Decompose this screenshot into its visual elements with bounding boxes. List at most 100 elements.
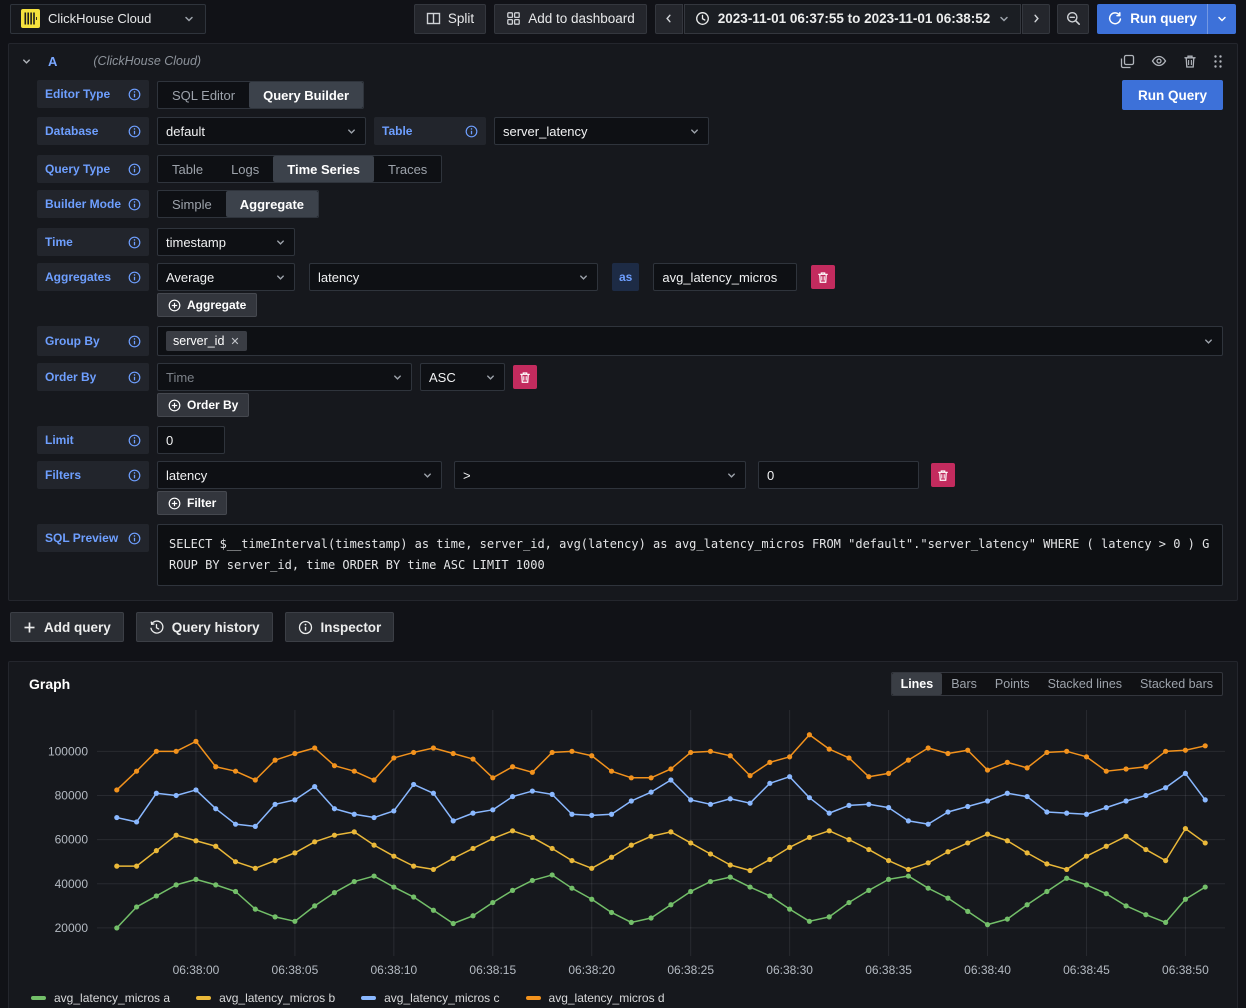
info-icon[interactable] [128, 236, 141, 249]
aggregate-alias-input[interactable] [653, 263, 797, 291]
chevron-right-icon [1031, 13, 1042, 24]
limit-label: Limit [37, 426, 149, 454]
legend-swatch [31, 996, 46, 1000]
remove-filter-button[interactable] [931, 463, 955, 487]
editor-run-query-button[interactable]: Run Query [1122, 80, 1223, 110]
split-icon [426, 11, 441, 26]
info-icon[interactable] [128, 532, 141, 545]
limit-input[interactable] [157, 426, 225, 454]
time-label: Time [37, 228, 149, 256]
add-aggregate-button[interactable]: Aggregate [157, 293, 257, 317]
info-icon[interactable] [128, 434, 141, 447]
svg-text:06:38:45: 06:38:45 [1063, 963, 1110, 977]
editor-type-option-query-builder[interactable]: Query Builder [249, 82, 363, 108]
query-type-option-logs[interactable]: Logs [217, 156, 273, 182]
info-circle-icon [298, 620, 313, 635]
legend-item[interactable]: avg_latency_micros b [196, 991, 335, 1005]
legend-item[interactable]: avg_latency_micros c [361, 991, 499, 1005]
chart-legend: avg_latency_micros a avg_latency_micros … [21, 987, 1225, 1007]
info-icon[interactable] [128, 335, 141, 348]
remove-order-by-button[interactable] [513, 365, 537, 389]
top-bar: ClickHouse Cloud Split Add to dashboard … [8, 0, 1238, 37]
query-ref-id[interactable]: A [48, 54, 57, 69]
filter-operator-select[interactable]: > [454, 461, 746, 489]
chevron-down-icon[interactable] [1207, 4, 1236, 34]
add-filter-button[interactable]: Filter [157, 491, 227, 515]
duplicate-query-icon[interactable] [1120, 54, 1135, 69]
plus-icon [23, 621, 36, 634]
plus-circle-icon [168, 399, 181, 412]
info-icon[interactable] [128, 469, 141, 482]
database-select[interactable]: default [157, 117, 366, 145]
time-back-button[interactable] [655, 4, 683, 34]
zoom-out-button[interactable] [1057, 4, 1089, 34]
legend-item[interactable]: avg_latency_micros d [526, 991, 665, 1005]
query-type-label: Query Type [37, 155, 149, 183]
graph-mode-stacked-lines[interactable]: Stacked lines [1039, 673, 1131, 695]
graph-mode-points[interactable]: Points [986, 673, 1039, 695]
info-icon[interactable] [128, 271, 141, 284]
graph-mode-bars[interactable]: Bars [942, 673, 986, 695]
query-history-button[interactable]: Query history [136, 612, 273, 642]
info-icon[interactable] [128, 198, 141, 211]
graph-mode-stacked-bars[interactable]: Stacked bars [1131, 673, 1222, 695]
drag-handle-icon[interactable] [1213, 54, 1223, 69]
add-query-button[interactable]: Add query [10, 612, 124, 642]
remove-aggregate-button[interactable] [811, 265, 835, 289]
svg-text:06:38:00: 06:38:00 [173, 963, 220, 977]
trash-icon[interactable] [1183, 54, 1197, 69]
filters-label: Filters [37, 461, 149, 489]
sync-refresh-icon [1108, 12, 1122, 26]
trash-icon [817, 271, 829, 284]
builder-mode-toggle: Simple Aggregate [157, 190, 319, 218]
query-type-option-table[interactable]: Table [158, 156, 217, 182]
query-datasource-hint: (ClickHouse Cloud) [93, 54, 201, 68]
filter-field-select[interactable]: latency [157, 461, 442, 489]
chevron-down-icon [485, 372, 496, 383]
time-range-picker[interactable]: 2023-11-01 06:37:55 to 2023-11-01 06:38:… [684, 4, 1021, 34]
info-icon[interactable] [128, 88, 141, 101]
datasource-picker[interactable]: ClickHouse Cloud [10, 4, 206, 34]
tag-remove-icon[interactable]: ✕ [230, 335, 239, 348]
eye-icon[interactable] [1151, 53, 1167, 69]
split-button[interactable]: Split [414, 4, 486, 34]
graph-mode-lines[interactable]: Lines [892, 673, 943, 695]
query-type-option-traces[interactable]: Traces [374, 156, 441, 182]
trash-icon [519, 371, 531, 384]
sql-preview-label: SQL Preview [37, 524, 149, 552]
run-query-button[interactable]: Run query [1097, 4, 1236, 34]
group-by-select[interactable]: server_id ✕ [157, 326, 1223, 356]
editor-type-option-sql-editor[interactable]: SQL Editor [158, 82, 249, 108]
add-order-by-button[interactable]: Order By [157, 393, 249, 417]
chevron-down-icon [183, 13, 195, 25]
group-by-tag[interactable]: server_id ✕ [166, 331, 247, 351]
chevron-down-icon [998, 13, 1010, 25]
inspector-button[interactable]: Inspector [285, 612, 395, 642]
builder-mode-option-simple[interactable]: Simple [158, 191, 226, 217]
aggregate-function-select[interactable]: Average [157, 263, 295, 291]
query-type-option-time-series[interactable]: Time Series [273, 156, 374, 182]
collapse-chevron-icon[interactable] [21, 56, 32, 67]
chevron-down-icon [578, 272, 589, 283]
database-label: Database [37, 117, 149, 145]
legend-item[interactable]: avg_latency_micros a [31, 991, 170, 1005]
info-icon[interactable] [128, 125, 141, 138]
aggregate-column-select[interactable]: latency [309, 263, 598, 291]
svg-text:06:38:10: 06:38:10 [370, 963, 417, 977]
time-column-select[interactable]: timestamp [157, 228, 295, 256]
chevron-left-icon [663, 13, 674, 24]
info-icon[interactable] [128, 163, 141, 176]
info-icon[interactable] [128, 371, 141, 384]
query-body: Editor Type SQL Editor Query Builder Run… [9, 78, 1237, 600]
table-select[interactable]: server_latency [494, 117, 709, 145]
chevron-down-icon [275, 272, 286, 283]
svg-text:06:38:40: 06:38:40 [964, 963, 1011, 977]
info-icon[interactable] [465, 125, 478, 138]
builder-mode-option-aggregate[interactable]: Aggregate [226, 191, 318, 217]
order-by-field-select[interactable]: Time [157, 363, 412, 391]
time-forward-button[interactable] [1022, 4, 1050, 34]
filter-value-input[interactable] [758, 461, 919, 489]
order-by-direction-select[interactable]: ASC [420, 363, 505, 391]
add-to-dashboard-button[interactable]: Add to dashboard [494, 4, 647, 34]
time-series-chart[interactable]: 2000040000600008000010000006:38:0006:38:… [21, 702, 1235, 987]
